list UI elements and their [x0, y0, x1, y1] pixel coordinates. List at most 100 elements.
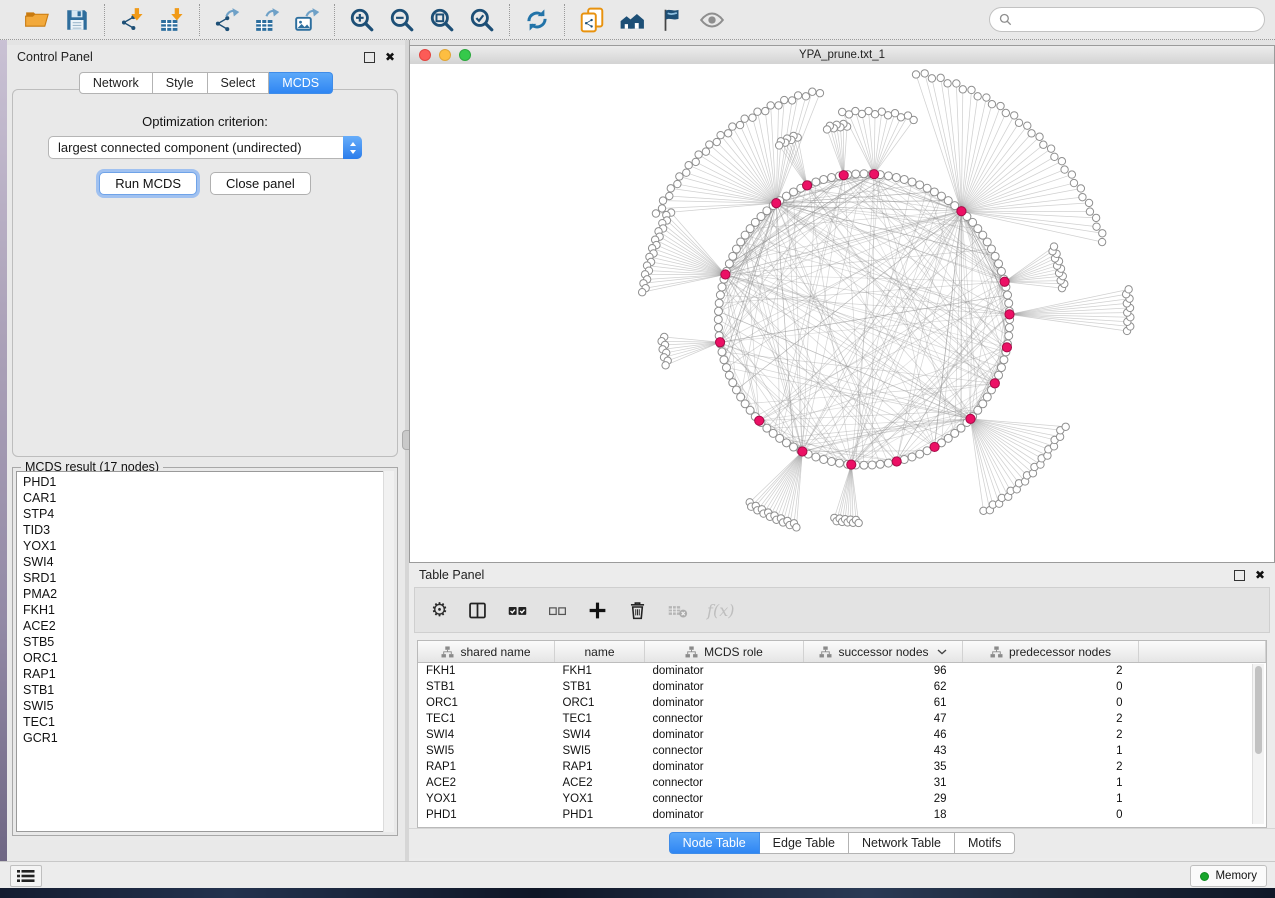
export-table-button[interactable]: [249, 4, 285, 35]
mcds-node-item[interactable]: STB1: [23, 682, 393, 698]
column-header-predecessor-nodes[interactable]: predecessor nodes: [963, 641, 1139, 663]
mcds-node-item[interactable]: RAP1: [23, 666, 393, 682]
mcds-node-item[interactable]: ORC1: [23, 650, 393, 666]
table-cell[interactable]: SWI5: [418, 743, 555, 759]
mcds-node-item[interactable]: PMA2: [23, 586, 393, 602]
table-cell[interactable]: ACE2: [555, 775, 645, 791]
table-cell[interactable]: STB1: [418, 679, 555, 695]
table-cell[interactable]: RAP1: [418, 759, 555, 775]
unselect-all-button[interactable]: [547, 600, 568, 621]
table-row[interactable]: ACE2ACE2connector311: [418, 775, 1266, 791]
open-folder-button[interactable]: [19, 4, 55, 35]
dominator-node[interactable]: [870, 170, 879, 179]
dominator-node[interactable]: [847, 460, 856, 469]
dominator-node[interactable]: [772, 199, 781, 208]
mcds-node-item[interactable]: TID3: [23, 522, 393, 538]
zoom-selected-button[interactable]: [464, 4, 500, 35]
table-cell[interactable]: 0: [963, 807, 1139, 823]
dominator-node[interactable]: [839, 171, 848, 180]
table-cell[interactable]: PHD1: [555, 807, 645, 823]
table-cell[interactable]: connector: [645, 711, 804, 727]
zoom-in-button[interactable]: [344, 4, 380, 35]
table-cell[interactable]: dominator: [645, 807, 804, 823]
settings-gear-button[interactable]: ⚙: [431, 601, 448, 620]
mcds-result-list[interactable]: PHD1CAR1STP4TID3YOX1SWI4SRD1PMA2FKH1ACE2…: [16, 471, 394, 832]
mcds-node-item[interactable]: SWI4: [23, 554, 393, 570]
close-panel-icon[interactable]: ✖: [385, 51, 395, 63]
select-all-button[interactable]: [507, 600, 528, 621]
dominator-node[interactable]: [966, 414, 975, 423]
criterion-select[interactable]: largest connected component (undirected): [48, 136, 362, 159]
export-network-button[interactable]: [209, 4, 245, 35]
zoom-light-icon[interactable]: [459, 49, 471, 61]
mcds-node-item[interactable]: TEC1: [23, 714, 393, 730]
table-scrollbar-thumb[interactable]: [1255, 666, 1262, 754]
delete-column-button[interactable]: [627, 600, 648, 621]
float-table-panel-icon[interactable]: [1234, 570, 1245, 581]
table-cell[interactable]: 0: [963, 695, 1139, 711]
dominator-node[interactable]: [930, 442, 939, 451]
task-history-button[interactable]: [10, 865, 42, 887]
search-input[interactable]: [1018, 12, 1255, 28]
table-row[interactable]: TEC1TEC1connector472: [418, 711, 1266, 727]
table-cell[interactable]: 43: [804, 743, 963, 759]
table-cell[interactable]: 1: [963, 775, 1139, 791]
table-cell[interactable]: TEC1: [555, 711, 645, 727]
table-cell[interactable]: 46: [804, 727, 963, 743]
table-row[interactable]: SWI4SWI4dominator462: [418, 727, 1266, 743]
table-cell[interactable]: SWI4: [555, 727, 645, 743]
mcds-node-item[interactable]: STP4: [23, 506, 393, 522]
table-cell[interactable]: connector: [645, 743, 804, 759]
table-row[interactable]: ORC1ORC1dominator610: [418, 695, 1266, 711]
tab-network[interactable]: Network: [79, 72, 153, 94]
mcds-node-item[interactable]: FKH1: [23, 602, 393, 618]
close-light-icon[interactable]: [419, 49, 431, 61]
tab-select[interactable]: Select: [208, 72, 270, 94]
mcds-node-item[interactable]: GCR1: [23, 730, 393, 746]
table-cell[interactable]: RAP1: [555, 759, 645, 775]
table-cell[interactable]: connector: [645, 775, 804, 791]
table-cell[interactable]: YOX1: [418, 791, 555, 807]
table-row[interactable]: YOX1YOX1connector291: [418, 791, 1266, 807]
eye-button[interactable]: [694, 4, 730, 35]
dominator-node[interactable]: [715, 338, 724, 347]
dominator-node[interactable]: [990, 379, 999, 388]
zoom-fit-button[interactable]: [424, 4, 460, 35]
refresh-layout-button[interactable]: [519, 4, 555, 35]
minimize-light-icon[interactable]: [439, 49, 451, 61]
table-row[interactable]: RAP1RAP1dominator352: [418, 759, 1266, 775]
save-button[interactable]: [59, 4, 95, 35]
table-cell[interactable]: FKH1: [418, 663, 555, 680]
table-cell[interactable]: 96: [804, 663, 963, 680]
table-cell[interactable]: 47: [804, 711, 963, 727]
table-cell[interactable]: dominator: [645, 727, 804, 743]
search-box[interactable]: [989, 7, 1265, 32]
table-cell[interactable]: ORC1: [418, 695, 555, 711]
mcds-node-item[interactable]: YOX1: [23, 538, 393, 554]
mcds-node-item[interactable]: CAR1: [23, 490, 393, 506]
mcds-node-item[interactable]: PHD1: [23, 474, 393, 490]
close-table-panel-icon[interactable]: ✖: [1255, 569, 1265, 581]
flag-button[interactable]: [654, 4, 690, 35]
tab-network-table[interactable]: Network Table: [849, 832, 955, 854]
dominator-node[interactable]: [892, 457, 901, 466]
import-table-button[interactable]: [154, 4, 190, 35]
mcds-node-item[interactable]: SRD1: [23, 570, 393, 586]
close-panel-button[interactable]: Close panel: [210, 172, 311, 195]
table-cell[interactable]: connector: [645, 791, 804, 807]
split-columns-button[interactable]: [467, 600, 488, 621]
tab-edge-table[interactable]: Edge Table: [760, 832, 849, 854]
export-image-button[interactable]: [289, 4, 325, 35]
table-cell[interactable]: 61: [804, 695, 963, 711]
network-canvas[interactable]: [410, 64, 1274, 562]
tab-mcds[interactable]: MCDS: [269, 72, 333, 94]
column-header-name[interactable]: name: [555, 641, 645, 663]
table-cell[interactable]: 2: [963, 711, 1139, 727]
tab-style[interactable]: Style: [153, 72, 208, 94]
add-column-button[interactable]: [587, 600, 608, 621]
table-cell[interactable]: SWI4: [418, 727, 555, 743]
table-cell[interactable]: FKH1: [555, 663, 645, 680]
column-header-shared-name[interactable]: shared name: [418, 641, 555, 663]
dominator-node[interactable]: [755, 416, 764, 425]
table-row[interactable]: FKH1FKH1dominator962: [418, 663, 1266, 680]
